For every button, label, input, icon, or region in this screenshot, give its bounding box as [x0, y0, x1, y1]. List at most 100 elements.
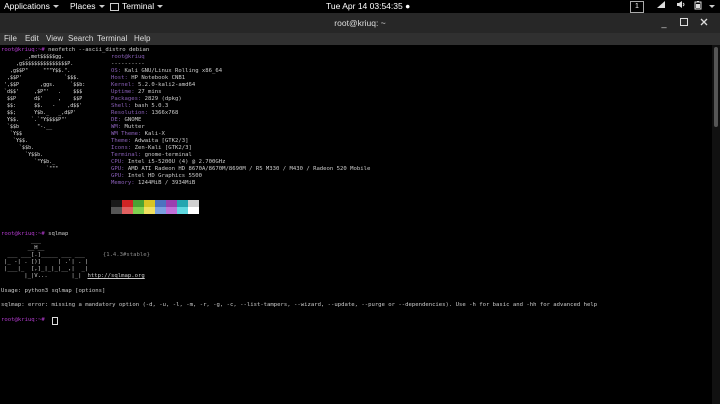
ascii-logo-line: $$: $$. - ,d$$' [4, 103, 83, 109]
menu-file[interactable]: File [4, 33, 17, 45]
minimize-button[interactable]: _ [658, 17, 670, 29]
ascii-logo-line: `$$b. [4, 145, 35, 151]
command-line: root@kriuq:~# sqlmap [1, 231, 68, 238]
sqlmap-logo-line: |_|V... |_| http://sqlmap.org [4, 273, 145, 279]
palette-swatch [144, 207, 155, 214]
info-line: DE: GNOME [111, 117, 142, 123]
system-menu-chevron-icon[interactable] [706, 0, 715, 13]
ascii-logo-line: ,$$P' `$$$. [4, 75, 80, 81]
info-line: Icons: Zen-Kali [GTK2/3] [111, 145, 192, 151]
prompt: root@kriuq:~# [1, 317, 45, 323]
workspace-indicator[interactable]: 1 [630, 1, 644, 13]
palette-swatch [177, 207, 188, 214]
chevron-down-icon [98, 5, 105, 9]
menu-view[interactable]: View [46, 33, 63, 45]
app-menu-label: Terminal [122, 1, 155, 11]
info-line: Resolution: 1366x768 [111, 110, 179, 116]
info-line: WM: Mutter [111, 124, 145, 130]
palette-swatch [155, 207, 166, 214]
ascii-logo-line: `Y$$. [4, 138, 29, 144]
scrollbar-thumb[interactable] [714, 47, 718, 127]
volume-icon[interactable] [676, 0, 686, 13]
close-button[interactable] [698, 17, 710, 29]
sqlmap-url-link[interactable]: http://sqlmap.org [87, 273, 144, 279]
info-line: Host: HP Notebook CNB1 [111, 75, 186, 81]
palette-swatch [122, 200, 133, 207]
clock[interactable]: Tue Apr 14 03:54:35 ● [326, 0, 410, 13]
chevron-down-icon [157, 5, 164, 9]
userhost: root@kriuq [111, 54, 145, 60]
palette-swatch [166, 200, 177, 207]
command-text: sqlmap [44, 231, 69, 237]
palette-swatch [166, 207, 177, 214]
window-title: root@kriuq: ~ [334, 18, 386, 28]
command-line: root@kriuq:~# neofetch --ascii_distro de… [1, 47, 149, 54]
palette-swatch [122, 207, 133, 214]
prompt: root@kriuq:~# [1, 47, 45, 53]
ascii-logo-line: Y$$. `.`"Y$$$$P"' [4, 117, 68, 123]
sqlmap-logo-line: ___ [4, 238, 42, 244]
chevron-down-icon [52, 5, 59, 9]
terminal-app-icon [110, 2, 119, 11]
palette-swatch [133, 200, 144, 207]
separator: ---------- [111, 61, 145, 67]
info-line: Packages: 2829 (dpkg) [111, 96, 182, 102]
ascii-logo-line: ,g$$$$$$$$$$$$$$$P. [4, 61, 74, 67]
sqlmap-version: {1.4.3#stable} [102, 252, 150, 258]
palette-swatch [133, 207, 144, 214]
usage-line: Usage: python3 sqlmap [options] [1, 288, 106, 294]
info-line: Theme: Adwaita [GTK2/3] [111, 138, 189, 144]
palette-swatch [144, 200, 155, 207]
terminal-scrollbar[interactable] [712, 45, 720, 404]
info-line: GPU: Intel HD Graphics 5500 [111, 173, 202, 179]
command-text: neofetch --ascii_distro debian [44, 47, 150, 53]
menu-search[interactable]: Search [68, 33, 93, 45]
ascii-logo-line: _,met$$$$$gg. [4, 54, 65, 60]
palette-swatch [188, 200, 199, 207]
terminal-output[interactable]: root@kriuq:~# neofetch --ascii_distro de… [0, 45, 712, 404]
sqlmap-logo-line: __H__ [4, 245, 45, 251]
info-line: Uptime: 27 mins [111, 89, 162, 95]
ascii-logo-line: `d$$' ,$P"' . $$$ [4, 89, 83, 95]
palette-swatch [155, 200, 166, 207]
info-line: Terminal: gnome-terminal [111, 152, 192, 158]
ascii-logo-line: $$P d$' , $$P [4, 96, 83, 102]
applications-label: Applications [4, 1, 50, 11]
menu-help[interactable]: Help [134, 33, 150, 45]
menu-edit[interactable]: Edit [25, 33, 39, 45]
menu-terminal[interactable]: Terminal [97, 33, 127, 45]
maximize-button[interactable] [678, 17, 690, 29]
info-line: Shell: bash 5.0.3 [111, 103, 169, 109]
info-line: CPU: Intel i5-5200U (4) @ 2.700GHz [111, 159, 226, 165]
info-line: GPU: AMD ATI Radeon HD 8670A/8670M/8690M… [111, 166, 371, 172]
info-line: WM Theme: Kali-X [111, 131, 165, 137]
sqlmap-logo-line: |_ -| . [)] | .'| . | [4, 259, 89, 265]
battery-icon[interactable] [694, 0, 702, 13]
ascii-logo-line: $$; Y$b._ _,d$P' [4, 110, 77, 116]
applications-menu[interactable]: Applications [4, 0, 59, 13]
ascii-logo-line: ,g$$P" """Y$$.". [4, 68, 71, 74]
info-line: Memory: 1244MiB / 3934MiB [111, 180, 196, 186]
sqlmap-logo-line: ___ ___[.]_____ ___ ___ {1.4.3#stable} [4, 252, 150, 258]
text-cursor [52, 317, 58, 325]
command-line: root@kriuq:~# [1, 317, 45, 324]
palette-swatch [111, 200, 122, 207]
ascii-logo-line: `Y$$ [4, 131, 23, 137]
sqlmap-logo-line: |___|_ [,]_|_|_|__,| _| [4, 266, 89, 272]
network-icon[interactable] [656, 0, 666, 13]
top-bar: Applications Places Terminal Tue Apr 14 … [0, 0, 720, 13]
app-menu[interactable]: Terminal [110, 0, 164, 13]
ascii-logo-line: `"Y$b._ [4, 159, 56, 165]
error-line: sqlmap: error: missing a mandatory optio… [1, 302, 598, 308]
menu-bar: File Edit View Search Terminal Help [0, 33, 720, 45]
prompt: root@kriuq:~# [1, 231, 45, 237]
ascii-logo-line: `""" [4, 166, 59, 172]
ascii-logo-line: `$$b "-.__ [4, 124, 53, 130]
palette-swatch [188, 207, 199, 214]
info-line: OS: Kali GNU/Linux Rolling x86_64 [111, 68, 223, 74]
info-line: Kernel: 5.2.0-kali2-amd64 [111, 82, 196, 88]
window-titlebar[interactable]: root@kriuq: ~ _ [0, 13, 720, 33]
places-menu[interactable]: Places [70, 0, 105, 13]
places-label: Places [70, 1, 96, 11]
palette-swatch [111, 207, 122, 214]
